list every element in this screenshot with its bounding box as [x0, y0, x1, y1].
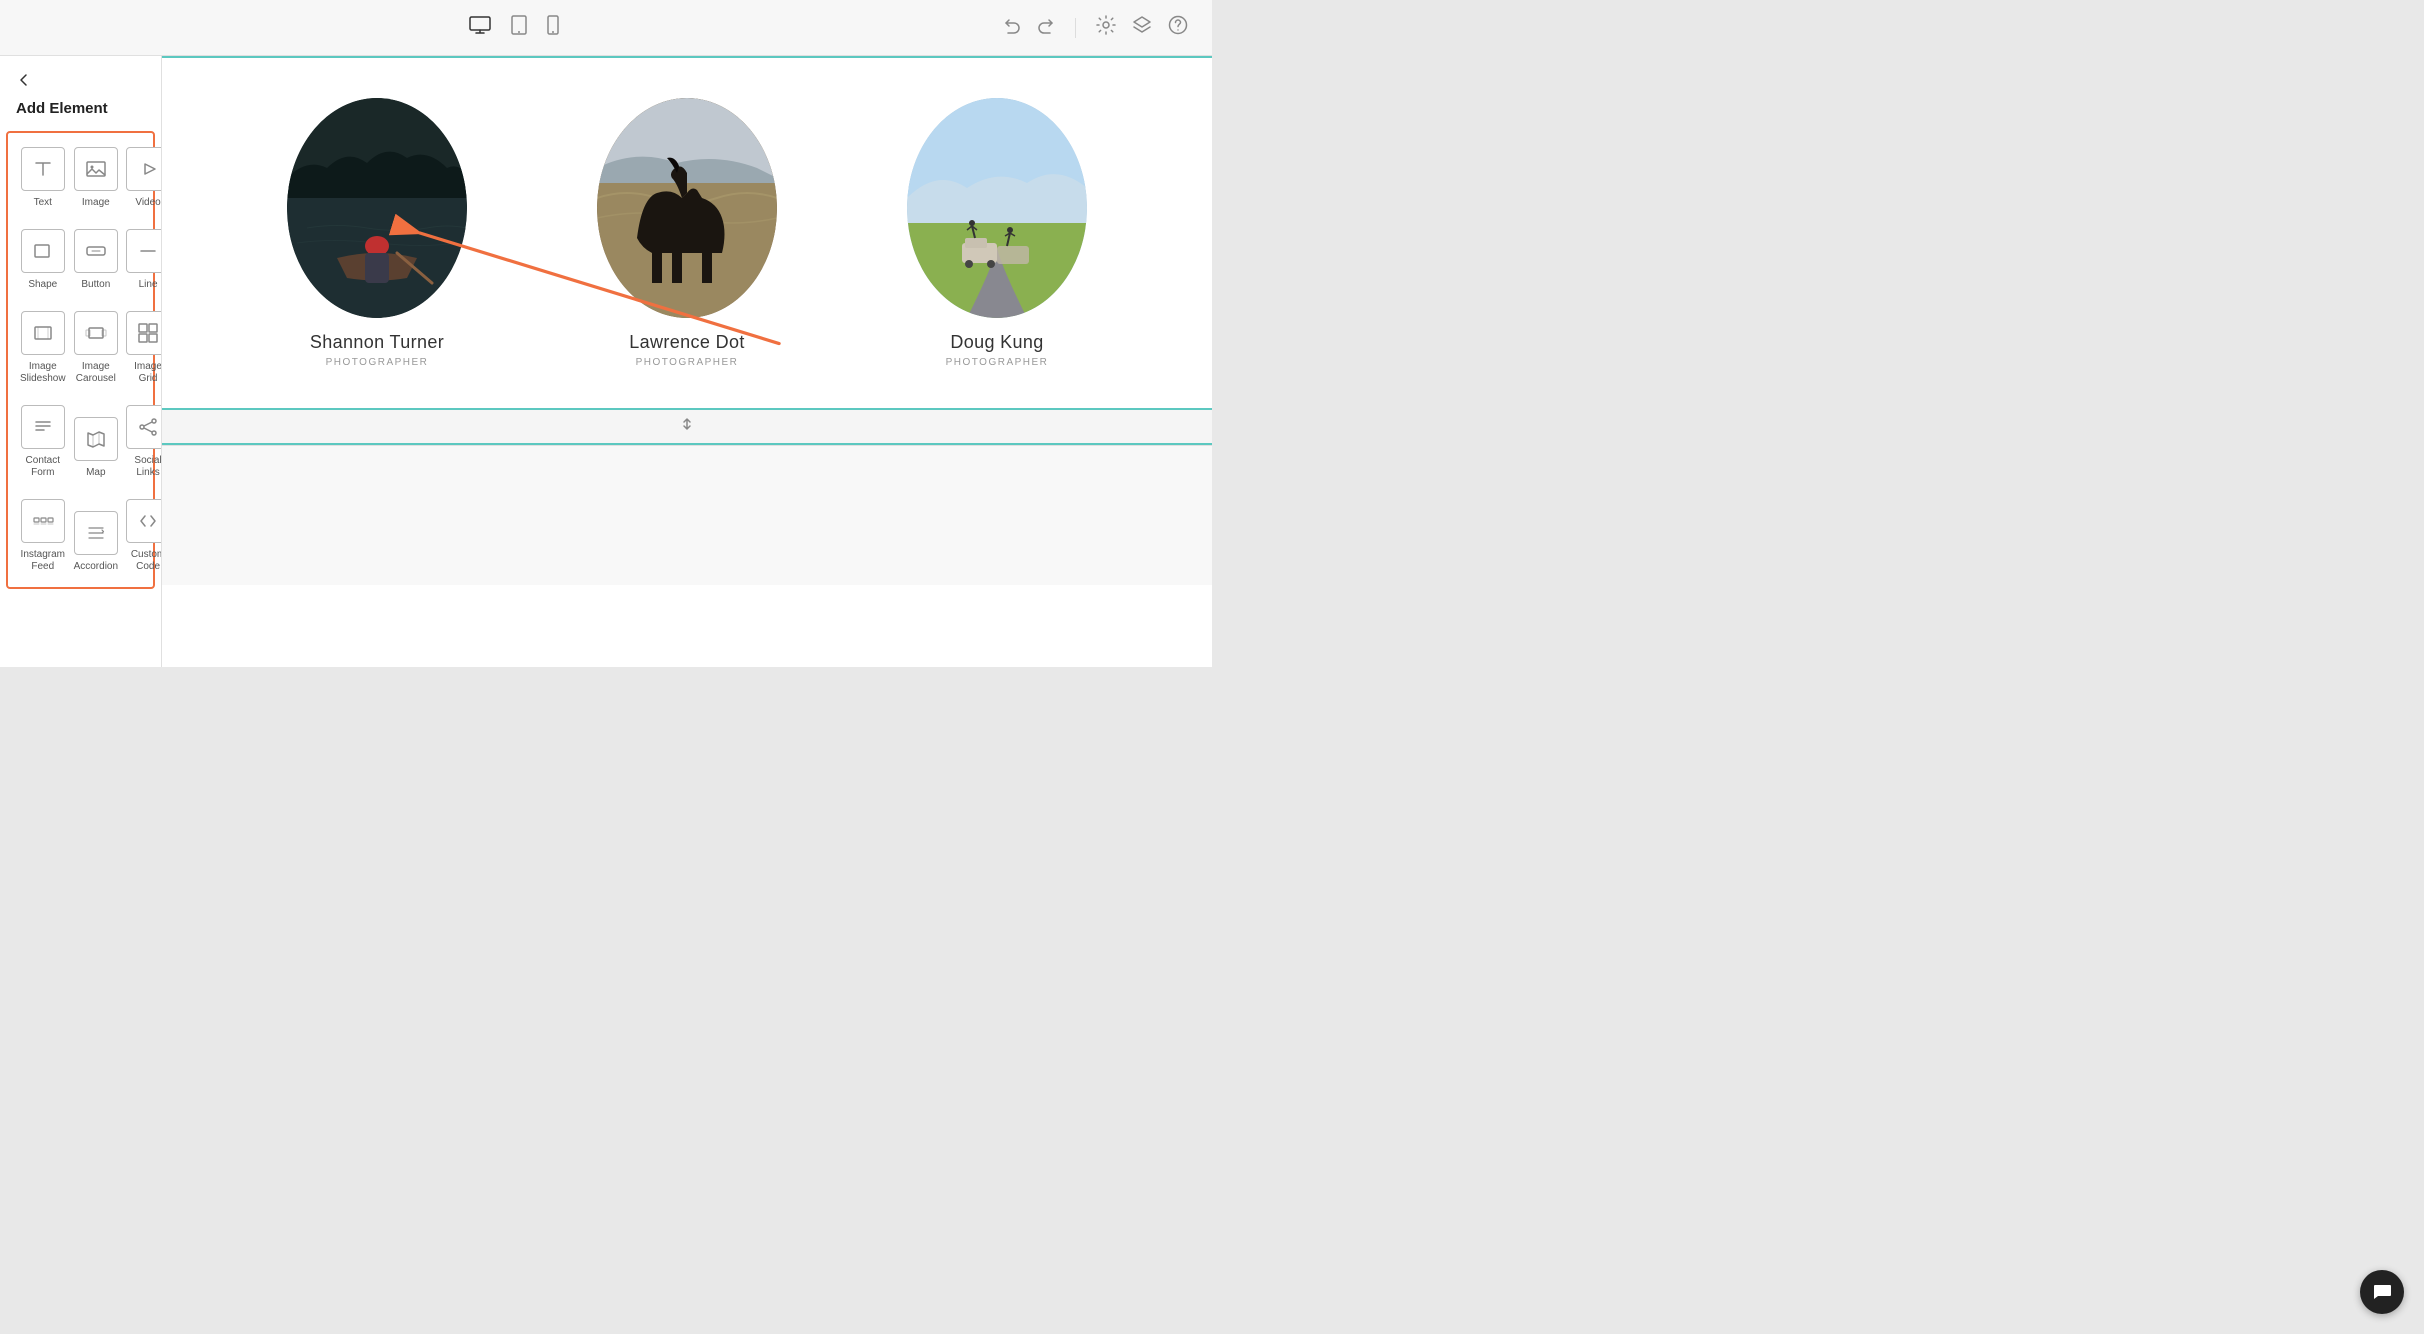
back-button[interactable]	[0, 72, 161, 100]
image-label: Image	[82, 197, 110, 209]
help-icon[interactable]	[1168, 15, 1188, 40]
person-name-doug: Doug Kung	[950, 332, 1043, 353]
chat-button[interactable]	[2360, 1270, 2404, 1314]
accordion-icon	[74, 511, 118, 555]
accordion-label: Accordion	[74, 561, 118, 573]
element-social-links[interactable]: Social Links	[122, 395, 162, 489]
device-switcher	[469, 15, 559, 40]
image-grid-icon	[126, 311, 162, 355]
person-name-shannon: Shannon Turner	[310, 332, 444, 353]
redo-icon[interactable]	[1037, 16, 1055, 39]
image-slideshow-label: Image Slideshow	[20, 361, 66, 385]
element-map[interactable]: Map	[70, 395, 122, 489]
top-bar-right	[1003, 15, 1188, 40]
custom-code-icon	[126, 499, 162, 543]
instagram-feed-icon	[21, 499, 65, 543]
people-section: Shannon Turner PHOTOGRAPHER	[162, 56, 1212, 410]
sidebar: Add Element Text	[0, 56, 162, 667]
element-image-slideshow[interactable]: Image Slideshow	[16, 301, 70, 395]
element-image[interactable]: Image	[70, 137, 122, 219]
contact-form-label: Contact Form	[20, 455, 66, 479]
person-role-doug: PHOTOGRAPHER	[946, 357, 1049, 368]
image-slideshow-icon	[21, 311, 65, 355]
element-contact-form[interactable]: Contact Form	[16, 395, 70, 489]
map-icon	[74, 417, 118, 461]
element-text[interactable]: Text	[16, 137, 70, 219]
image-grid-label: Image Grid	[126, 361, 162, 385]
video-label: Video	[135, 197, 160, 209]
resize-handle[interactable]	[162, 410, 1212, 445]
image-carousel-icon	[74, 311, 118, 355]
button-icon	[74, 229, 118, 273]
canvas-inner: Shannon Turner PHOTOGRAPHER	[162, 56, 1212, 667]
text-icon	[21, 147, 65, 191]
resize-icon	[679, 416, 695, 437]
desktop-icon[interactable]	[469, 16, 491, 39]
line-icon	[126, 229, 162, 273]
text-label: Text	[34, 197, 52, 209]
video-icon	[126, 147, 162, 191]
element-image-grid[interactable]: Image Grid	[122, 301, 162, 395]
custom-code-label: Custom Code	[126, 549, 162, 573]
person-role-shannon: PHOTOGRAPHER	[326, 357, 429, 368]
person-role-lawrence: PHOTOGRAPHER	[636, 357, 739, 368]
layers-icon[interactable]	[1132, 15, 1152, 40]
social-links-label: Social Links	[126, 455, 162, 479]
canvas: Shannon Turner PHOTOGRAPHER	[162, 56, 1212, 667]
person-name-lawrence: Lawrence Dot	[629, 332, 744, 353]
element-button[interactable]: Button	[70, 219, 122, 301]
avatar-shannon	[287, 98, 467, 318]
mobile-icon[interactable]	[547, 15, 559, 40]
shape-label: Shape	[28, 279, 57, 291]
top-bar	[0, 0, 1212, 56]
person-card-doug: Doug Kung PHOTOGRAPHER	[907, 98, 1087, 368]
element-image-carousel[interactable]: Image Carousel	[70, 301, 122, 395]
tablet-icon[interactable]	[511, 15, 527, 40]
settings-icon[interactable]	[1096, 15, 1116, 40]
line-label: Line	[139, 279, 158, 291]
main-area: Add Element Text	[0, 56, 1212, 667]
undo-icon[interactable]	[1003, 16, 1021, 39]
image-carousel-label: Image Carousel	[74, 361, 118, 385]
element-instagram-feed[interactable]: Instagram Feed	[16, 489, 70, 583]
contact-form-icon	[21, 405, 65, 449]
social-links-icon	[126, 405, 162, 449]
button-label: Button	[81, 279, 110, 291]
element-line[interactable]: Line	[122, 219, 162, 301]
panel-title: Add Element	[0, 100, 161, 131]
element-custom-code[interactable]: Custom Code	[122, 489, 162, 583]
canvas-bottom-section	[162, 445, 1212, 585]
element-accordion[interactable]: Accordion	[70, 489, 122, 583]
shape-icon	[21, 229, 65, 273]
element-grid: Text Image	[6, 131, 155, 589]
avatar-lawrence	[597, 98, 777, 318]
avatar-doug	[907, 98, 1087, 318]
person-card-shannon: Shannon Turner PHOTOGRAPHER	[287, 98, 467, 368]
instagram-feed-label: Instagram Feed	[20, 549, 66, 573]
image-icon	[74, 147, 118, 191]
element-shape[interactable]: Shape	[16, 219, 70, 301]
map-label: Map	[86, 467, 105, 479]
person-card-lawrence: Lawrence Dot PHOTOGRAPHER	[597, 98, 777, 368]
element-video[interactable]: Video	[122, 137, 162, 219]
